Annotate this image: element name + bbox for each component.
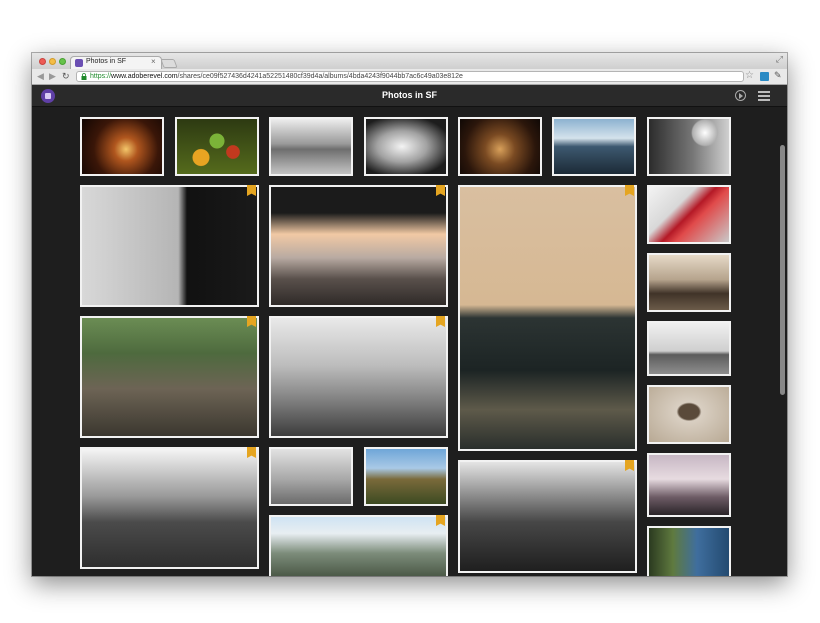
photo-tile[interactable]: [80, 316, 259, 438]
photo-tile[interactable]: [647, 253, 731, 312]
photo-tile[interactable]: [647, 453, 731, 517]
favicon-icon: [75, 59, 83, 67]
photo-tile[interactable]: [269, 117, 353, 176]
browser-window: Photos in SF × ⤢ ◀ ▶ ↻ https://www.adobe…: [32, 53, 787, 576]
scrollbar[interactable]: [780, 145, 785, 395]
photo-tile[interactable]: [458, 460, 637, 573]
photo-tile[interactable]: [647, 526, 731, 576]
tab-title: Photos in SF: [86, 58, 127, 65]
photo-tile[interactable]: [269, 185, 448, 307]
photo-tile[interactable]: [552, 117, 636, 176]
album-title: Photos in SF: [382, 90, 437, 100]
photo-tile[interactable]: [80, 117, 164, 176]
extension-icon[interactable]: [760, 72, 769, 81]
url-scheme: https://: [90, 73, 112, 80]
list-menu-icon[interactable]: [756, 90, 770, 102]
photo-tile[interactable]: [364, 447, 448, 506]
minimize-window-button[interactable]: [49, 58, 56, 65]
url-path: /shares/ce09f527436d4241a52251480cf39d4a…: [177, 73, 463, 80]
tab-close-icon[interactable]: ×: [151, 57, 156, 66]
photo-grid: [32, 107, 787, 576]
photo-tile[interactable]: [269, 515, 448, 576]
title-bar: Photos in SF × ⤢: [32, 53, 787, 69]
photo-tile[interactable]: [458, 185, 637, 451]
reload-button[interactable]: ↻: [62, 71, 70, 82]
url-host: www.adoberevel.com: [111, 73, 178, 80]
photo-tile[interactable]: [269, 447, 353, 506]
photo-tile[interactable]: [364, 117, 448, 176]
fullscreen-icon[interactable]: ⤢: [776, 54, 783, 65]
wrench-menu-icon[interactable]: ✎: [774, 70, 782, 81]
new-tab-button[interactable]: [160, 59, 178, 68]
photo-tile[interactable]: [80, 447, 259, 569]
photo-tile[interactable]: [80, 185, 259, 307]
photo-tile[interactable]: [647, 385, 731, 444]
forward-button[interactable]: ▶: [49, 71, 56, 82]
slideshow-play-icon[interactable]: [735, 90, 746, 101]
photo-tile[interactable]: [647, 117, 731, 176]
app-header: Photos in SF: [32, 85, 787, 107]
lock-icon: [81, 73, 87, 80]
maximize-window-button[interactable]: [59, 58, 66, 65]
browser-toolbar: ◀ ▶ ↻ https://www.adoberevel.com/shares/…: [32, 69, 787, 85]
photo-tile[interactable]: [647, 321, 731, 376]
bookmark-star-icon[interactable]: ☆: [745, 70, 754, 82]
browser-tab[interactable]: Photos in SF ×: [70, 56, 162, 69]
address-bar[interactable]: https://www.adoberevel.com/shares/ce09f5…: [76, 71, 744, 82]
photo-tile[interactable]: [269, 316, 448, 438]
photo-tile[interactable]: [175, 117, 259, 176]
url-text: https://www.adoberevel.com/shares/ce09f5…: [90, 72, 463, 82]
photo-tile[interactable]: [458, 117, 542, 176]
back-button[interactable]: ◀: [37, 71, 44, 82]
photo-tile[interactable]: [647, 185, 731, 244]
close-window-button[interactable]: [39, 58, 46, 65]
